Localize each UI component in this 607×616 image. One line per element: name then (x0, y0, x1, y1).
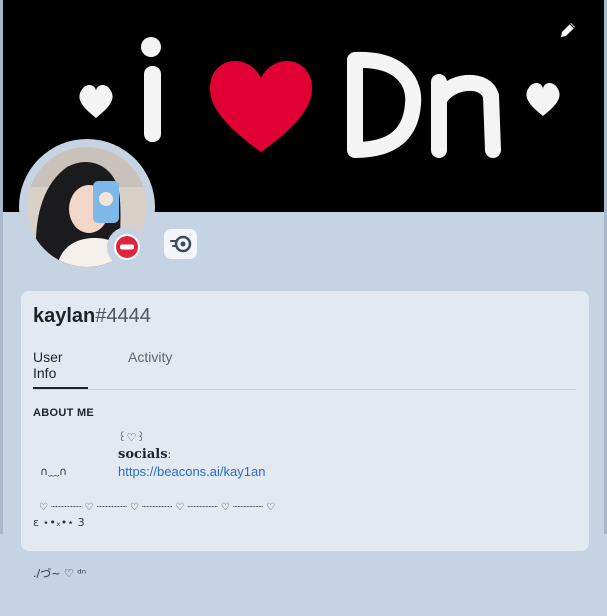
nitro-badge[interactable] (164, 229, 197, 259)
bio-right: ꒰♡꒱ socials: https://beacons.ai/kay1an (118, 429, 265, 481)
bio-right-line1: ꒰♡꒱ (118, 431, 146, 444)
banner-heart-left (79, 84, 113, 118)
bio-left-line1: ∩﹏∩ (33, 465, 68, 478)
profile-card: kaylan#4444 User Info Activity ABOUT ME … (21, 291, 589, 580)
tab-user-info[interactable]: User Info (33, 349, 88, 389)
pencil-icon (561, 23, 575, 37)
username-discriminator: #4444 (95, 305, 151, 327)
banner-heart-red (209, 60, 313, 152)
banner-letter-n (431, 74, 501, 158)
username: kaylan#4444 (33, 305, 151, 328)
do-not-disturb-icon (114, 234, 140, 260)
bio-left: ∩﹏∩ ε ⋆•ₓ•⋆ 3 ./づ~ ♡ ᵈⁿ (33, 429, 86, 616)
nitro-boost-icon (169, 235, 191, 253)
status-indicator (107, 227, 147, 267)
banner-i-stem (144, 66, 161, 142)
edit-banner-button[interactable] (558, 20, 580, 42)
tab-activity[interactable]: Activity (128, 349, 172, 387)
profile-tabs: User Info Activity (33, 349, 576, 390)
bio-left-line2: ε ⋆•ₓ•⋆ 3 (33, 516, 85, 529)
bio-divider: ♡ ┈┈┈┈┈ ♡ ┈┈┈┈┈ ♡ ┈┈┈┈┈ ♡ ┈┈┈┈┈ ♡ ┈┈┈┈┈ … (39, 502, 276, 513)
banner-heart-right (526, 82, 560, 116)
socials-colon: : (167, 448, 172, 461)
banner-letter-d (347, 51, 422, 158)
banner-i-dot (141, 37, 161, 57)
socials-link[interactable]: https://beacons.ai/kay1an (118, 464, 265, 479)
socials-label: socials (118, 447, 168, 462)
about-me-heading: ABOUT ME (33, 407, 95, 419)
socials-line: socials: (118, 446, 265, 463)
bio-left-line3: ./づ~ ♡ ᵈⁿ (33, 567, 87, 580)
username-name: kaylan (33, 305, 96, 327)
